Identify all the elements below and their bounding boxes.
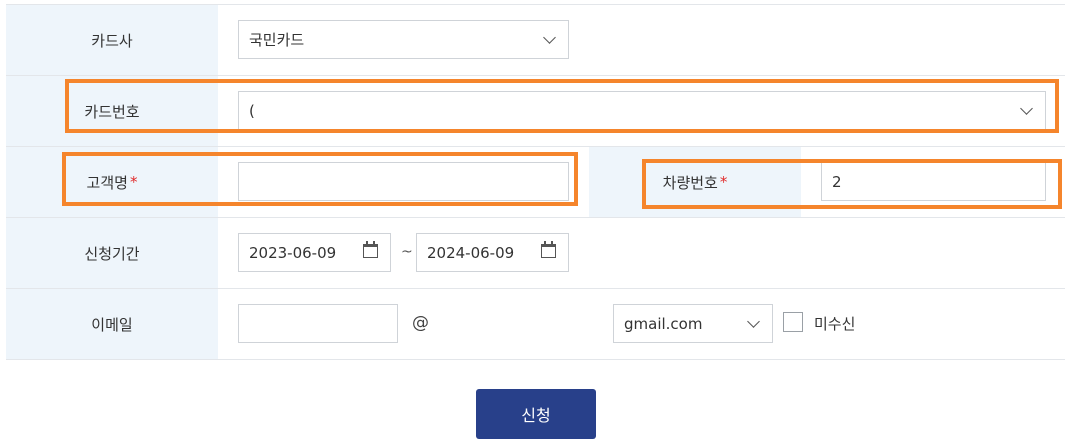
chevron-down-icon (543, 31, 556, 44)
period-label: 신청기간 (6, 218, 218, 288)
card-number-label: 카드번호 (6, 76, 218, 146)
start-date-value: 2023-06-09 (249, 243, 337, 262)
vehicle-number-input[interactable]: 2 (821, 162, 1046, 201)
email-domain-select[interactable]: gmail.com (613, 304, 773, 343)
submit-button[interactable]: 신청 (476, 389, 596, 439)
email-at-sign: @ (412, 313, 429, 333)
application-form: 카드사 국민카드 카드번호 ( 고객명 * 차량번호 * 2 신청기간 2023… (6, 4, 1065, 360)
vehicle-number-label: 차량번호 * (589, 147, 801, 217)
row-email: 이메일 @ gmail.com 미수신 (6, 289, 1065, 360)
row-card-company: 카드사 국민카드 (6, 4, 1065, 76)
end-date-input[interactable]: 2024-06-09 (416, 233, 569, 272)
card-number-value: ( (249, 101, 255, 120)
calendar-icon[interactable] (363, 241, 378, 258)
email-local-input[interactable] (238, 304, 398, 343)
customer-name-input[interactable] (238, 162, 569, 201)
end-date-value: 2024-06-09 (427, 243, 515, 262)
row-card-number: 카드번호 ( (6, 76, 1065, 147)
chevron-down-icon (747, 315, 760, 328)
email-domain-value: gmail.com (624, 314, 703, 333)
row-period: 신청기간 2023-06-09 ~ 2024-06-09 (6, 218, 1065, 289)
card-company-value: 국민카드 (249, 31, 305, 49)
required-mark: * (129, 173, 138, 191)
required-mark: * (719, 173, 728, 191)
email-label: 이메일 (6, 289, 218, 359)
card-company-label: 카드사 (6, 5, 218, 75)
period-separator: ~ (401, 244, 413, 260)
chevron-down-icon (1020, 102, 1033, 115)
customer-name-label: 고객명 * (6, 147, 218, 217)
opt-out-label[interactable]: 미수신 (814, 313, 855, 334)
calendar-icon[interactable] (541, 241, 556, 258)
card-number-select[interactable]: ( (238, 91, 1046, 130)
opt-out-checkbox[interactable] (783, 312, 803, 332)
start-date-input[interactable]: 2023-06-09 (238, 233, 391, 272)
card-company-select[interactable]: 국민카드 (238, 20, 569, 59)
vehicle-number-value: 2 (832, 172, 842, 191)
row-customer-vehicle: 고객명 * 차량번호 * 2 (6, 147, 1065, 218)
